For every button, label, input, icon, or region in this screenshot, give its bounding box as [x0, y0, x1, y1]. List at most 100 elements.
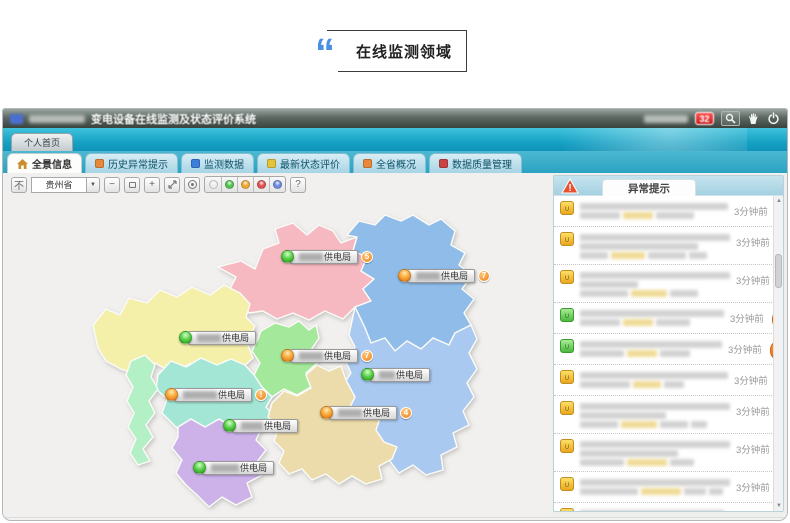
tab-icon — [363, 159, 372, 168]
quote-icon: “ — [312, 31, 338, 75]
tab-label: 全景信息 — [32, 156, 72, 171]
notification-badge[interactable]: 32 — [695, 112, 714, 125]
zoom-in-button[interactable]: + — [144, 177, 160, 193]
status-orb-icon — [320, 406, 333, 419]
station-label[interactable]: 供电局 — [179, 330, 256, 345]
alert-item[interactable]: ∪ 3分钟前 报警中 — [554, 196, 772, 227]
blurred-text-segment — [580, 479, 730, 486]
station-label[interactable]: 供电局 — [193, 460, 274, 475]
blurred-text-segment — [670, 459, 694, 466]
status-filter-3[interactable] — [253, 177, 269, 192]
help-button[interactable]: ? — [290, 177, 306, 193]
station-label[interactable]: 供电局 4 — [320, 405, 412, 420]
alert-timestamp: 3分钟前 — [736, 404, 770, 418]
logout-button[interactable] — [767, 112, 780, 125]
alert-text-blurred — [580, 369, 728, 390]
alert-item[interactable]: ∪ 3分钟前 报警中 — [554, 265, 772, 303]
alert-timestamp: 3分钟前 — [734, 204, 768, 218]
blurred-text-segment — [623, 319, 653, 326]
alert-count-badge: 4 — [400, 407, 412, 419]
tab-label: 全省概况 — [376, 156, 416, 171]
alert-timestamp: 3分钟前 — [730, 311, 764, 325]
province-map — [3, 173, 551, 517]
station-label[interactable]: 供电局 — [361, 367, 430, 382]
station-pill: 供电局 — [232, 419, 298, 433]
search-button[interactable] — [721, 111, 740, 126]
scrollbar-thumb[interactable] — [775, 254, 782, 288]
blurred-text-segment — [580, 203, 728, 210]
alert-item[interactable]: ∪ 3分钟前 报警中 — [554, 365, 772, 396]
status-filter-1[interactable] — [221, 177, 237, 192]
alert-item[interactable]: ∪ 3分钟前 报警中 — [554, 396, 772, 434]
hand-tool-button[interactable] — [747, 112, 760, 125]
alert-text-blurred — [580, 269, 730, 299]
alert-count-badge: ! — [255, 389, 267, 401]
alert-text-blurred — [580, 438, 730, 468]
alert-panel-title-tab[interactable]: 异常提示 — [602, 179, 696, 196]
blurred-text-segment — [580, 290, 628, 297]
status-filter-group — [204, 176, 286, 193]
alert-item[interactable]: ∪ 3分钟前 报警中 — [554, 503, 772, 511]
alert-text-blurred — [580, 400, 730, 430]
blurred-org-name — [29, 115, 85, 123]
search-icon — [725, 113, 736, 124]
locate-button[interactable] — [184, 177, 200, 193]
expand-button[interactable] — [164, 177, 180, 193]
status-dot-icon — [209, 180, 218, 189]
blurred-text-segment — [633, 381, 661, 388]
scrollbar[interactable]: ▲ ▼ — [773, 196, 783, 511]
blurred-text-segment — [580, 350, 624, 357]
device-status-icon: ∪ — [560, 508, 574, 511]
blurred-text-segment — [660, 421, 688, 428]
station-pill: 供电局 — [174, 388, 252, 402]
tab-grid[interactable]: 全省概况 — [353, 153, 426, 173]
blurred-username — [644, 115, 688, 123]
label-toggle-button[interactable]: 不 — [11, 177, 27, 193]
alert-item[interactable]: ∪ 3分钟前 报警中 — [554, 434, 772, 472]
station-label[interactable]: 供电局 ! — [165, 387, 267, 402]
device-status-icon: ∪ — [560, 477, 574, 491]
status-filter-2[interactable] — [237, 177, 253, 192]
blurred-text-segment — [670, 290, 698, 297]
device-status-icon: ∪ — [560, 232, 574, 246]
blurred-station-name — [338, 409, 362, 417]
alert-timestamp: 3分钟前 — [734, 373, 768, 387]
alert-timestamp: 3分钟前 — [736, 273, 770, 287]
status-orb-icon — [223, 419, 236, 432]
station-label[interactable]: 供电局 5 — [281, 249, 373, 264]
blurred-text-segment — [580, 403, 730, 410]
status-filter-4[interactable] — [269, 177, 285, 192]
region-dropdown[interactable]: 贵州省 ▼ — [31, 177, 100, 193]
home-icon — [17, 159, 28, 169]
status-filter-0[interactable] — [205, 177, 221, 192]
blurred-text-segment — [580, 450, 678, 457]
station-label[interactable]: 供电局 7 — [398, 268, 490, 283]
blurred-text-segment — [627, 459, 667, 466]
tab-chart[interactable]: 数据质量管理 — [429, 153, 522, 173]
scroll-down-icon[interactable]: ▼ — [774, 501, 783, 511]
alert-item[interactable]: ∪ 3分钟前 报警中 — [554, 227, 772, 265]
scroll-up-icon[interactable]: ▲ — [774, 196, 783, 206]
tab-monitor[interactable]: 监测数据 — [181, 153, 254, 173]
status-orb-icon — [361, 368, 374, 381]
region-dropdown-value: 贵州省 — [31, 177, 87, 193]
map-toolbar: 不 贵州省 ▼ − + ? — [11, 176, 306, 193]
alert-item[interactable]: ∪ 3分钟前 关 闭 — [554, 334, 772, 365]
alert-timestamp: 3分钟前 — [736, 480, 770, 494]
station-label[interactable]: 供电局 — [223, 418, 298, 433]
status-dot-icon — [257, 180, 266, 189]
tab-home[interactable]: 全景信息 — [7, 153, 82, 173]
device-status-icon: ∪ — [560, 370, 574, 384]
station-suffix: 供电局 — [264, 419, 291, 432]
blurred-text-segment — [580, 272, 730, 279]
chevron-down-icon[interactable]: ▼ — [86, 177, 100, 193]
station-label[interactable]: 供电局 7 — [281, 348, 373, 363]
zoom-fit-button[interactable] — [124, 177, 140, 193]
station-pill: 供电局 — [188, 331, 256, 345]
tab-edit[interactable]: 最新状态评价 — [257, 153, 350, 173]
tab-list[interactable]: 历史异常提示 — [85, 153, 178, 173]
alert-item[interactable]: ∪ 3分钟前 报警中 — [554, 472, 772, 503]
zoom-out-button[interactable]: − — [104, 177, 120, 193]
alert-item[interactable]: ∪ 3分钟前 关 闭 — [554, 303, 772, 334]
tab-personal-home[interactable]: 个人首页 — [11, 133, 73, 151]
